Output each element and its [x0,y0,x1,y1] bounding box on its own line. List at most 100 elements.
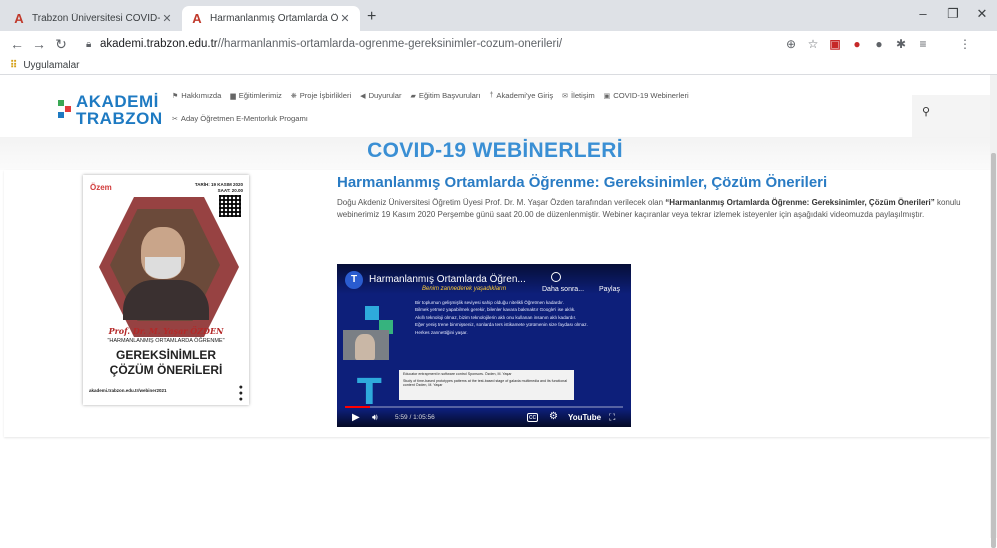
play-icon[interactable]: ▶ [352,412,360,423]
browser-tab-strip: A Trabzon Üniversitesi COVID-19 W ✕ A Ha… [0,0,997,31]
nav-item[interactable]: ◀ Duyurular [360,91,401,100]
star-bookmark-icon[interactable]: ☆ [802,37,824,51]
nav-item[interactable]: ⚑ Hakkımızda [172,91,221,100]
captions-icon[interactable]: cc [527,413,538,422]
poster-footer-url: akademi.trabzon.edu.tr/webiner2021 [89,388,167,393]
document-icon: ▰ [410,92,416,100]
apps-grid-icon[interactable]: ⠿ [10,60,17,71]
site-logo[interactable]: AKADEMİ TRABZON [58,92,168,128]
volume-icon[interactable]: 🔊︎ [372,412,378,423]
poster-time-line: SAAT: 20.00 [217,188,243,193]
nav-item[interactable]: † Akademi'ye Giriş [490,91,554,100]
nav-item[interactable]: ✉ İletişim [562,91,595,100]
nav-row-primary: ⚑ Hakkımızda ▆ Eğitimlerimiz ❋ Proje İşbirlik… [172,91,812,100]
nav-item-label: Aday Öğretmen E-Mentorluk Progamı [180,114,308,123]
nav-item-label: Proje İşbirlikleri [299,91,352,100]
close-tab-icon[interactable]: ✕ [160,12,174,25]
tab-title: Trabzon Üniversitesi COVID-19 W [32,13,160,24]
reading-list-icon[interactable]: ≡ [912,37,934,51]
restore-button[interactable]: ❐ [938,6,968,22]
close-window-button[interactable]: ✕ [967,6,997,22]
puzzle-extensions-icon[interactable]: ✱ [890,37,912,51]
flag-icon: ⚑ [172,92,179,100]
nav-item[interactable]: ✂ Aday Öğretmen E-Mentorluk Progamı [172,114,308,123]
browser-tab-2[interactable]: A Harmanlanmış Ortamlarda Öğre ✕ [182,6,360,31]
logo-text-trabzon: TRABZON [76,109,163,128]
nav-item[interactable]: ▰ Eğitim Başvuruları [410,91,480,100]
scrollbar-thumb[interactable] [991,153,996,548]
watch-later-icon[interactable] [551,272,561,282]
new-tab-button[interactable]: + [367,8,376,26]
fullscreen-icon[interactable]: ⛶ [609,412,615,423]
poster-headline-2: ÇÖZÜM ÖNERİLERİ [109,363,223,377]
slide-bullet: Eğer yeniş trene binmişseniz, sonlarda t… [415,322,588,328]
browser-toolbar: ← → ↻ 🔒︎ akademi.trabzon.edu.tr//harmanl… [0,31,997,57]
search-icon: ⚲ [922,106,931,118]
youtube-logo[interactable]: YouTube [568,413,601,422]
video-progress-played [345,406,371,408]
video-subtitle: Benim zannederek yaşadıkların [422,286,507,292]
pdf-extension-icon[interactable]: ▣ [824,37,846,51]
person-icon: † [489,92,494,99]
poster-speaker-name: Prof. Dr. M. Yaşar ÖZDEN [108,326,224,336]
envelope-icon: ✉ [562,92,569,100]
site-favicon-icon: A [14,10,24,26]
video-time: 5:59 / 1:05:56 [395,414,435,421]
nav-item-label: Hakkımızda [181,91,222,100]
apps-bookmark[interactable]: Uygulamalar [23,60,79,71]
nav-item-label: COVID-19 Webinerleri [613,91,689,100]
nav-item-label: İletişim [571,91,595,100]
lock-icon: 🔒︎ [86,38,92,50]
poster-date: TARİH: 19 KASIM 2020 SAAT: 20.00 [195,182,243,194]
url-host: akademi.trabzon.edu.tr [100,38,218,50]
video-title[interactable]: Harmanlanmış Ortamlarda Öğren... [369,274,526,285]
book-icon: ▆ [230,92,236,100]
qr-code [219,195,241,217]
nav-item[interactable]: ▆ Eğitimlerimiz [230,91,281,100]
slide-bullet: Bilmek yetmez yapabilmek gerekir, bilenl… [415,307,576,313]
close-tab-icon[interactable]: ✕ [338,12,352,25]
cluster-icon: ❋ [290,92,297,100]
main-nav: ⚑ Hakkımızda ▆ Eğitimlerimiz ❋ Proje İşbirlik… [172,91,812,137]
article-title: Harmanlanmış Ortamlarda Öğrenme: Gereksi… [337,174,828,191]
video-progress-bar[interactable] [345,406,623,408]
settings-gear-icon[interactable]: ⚙ [549,411,558,422]
address-bar[interactable]: 🔒︎ akademi.trabzon.edu.tr//harmanlanmis-… [86,34,836,54]
minimize-button[interactable]: – [908,6,938,21]
slide-bullet: Herkes zannettiğini yaşar. [415,329,468,335]
article-body: Doğu Akdeniz Üniversitesi Öğretim Üyesi … [337,197,982,221]
site-search-button[interactable]: ⚲ [912,95,990,137]
slide-references: Educator entrapment in software control … [399,370,574,400]
forward-arrow-icon[interactable]: → [28,36,50,52]
poster-dots-icon: ● ● ● [238,384,243,403]
nav-item[interactable]: ▣ COVID-19 Webinerleri [604,91,689,100]
menu-dots-icon[interactable]: ⋮ [954,37,976,51]
slide-bullet: Akıllı teknoloji olmaz, bizim teknolojil… [415,314,577,320]
reload-icon[interactable]: ↻ [50,36,72,53]
youtube-video-player[interactable]: T Bir toplumun gelişmişlik seviyesi sahi… [337,264,631,427]
slide-bullet: Bir toplumun gelişmişlik seviyesi sahip … [415,300,564,305]
back-arrow-icon[interactable]: ← [6,36,28,52]
extension-grey-icon[interactable]: ● [868,37,890,51]
slide-bullets: Bir toplumun gelişmişlik seviyesi sahip … [415,300,611,337]
extension-badge-icon[interactable]: ● [846,37,868,51]
channel-avatar[interactable]: T [345,271,363,289]
poster-logo: Özem [90,183,112,192]
nav-item[interactable]: ❋ Proje İşbirlikleri [291,91,351,100]
poster-topic: "HARMANLANMIŞ ORTAMLARDA ÖĞRENME" [107,338,225,344]
page-scrollbar[interactable] [990,75,997,548]
speaker-beard [145,257,181,279]
article-card: Özem TARİH: 19 KASIM 2020 SAAT: 20.00 Pr… [4,170,990,437]
zoom-icon[interactable]: ⊕ [780,37,802,51]
web-page: AKADEMİ TRABZON ⚑ Hakkımızda ▆ Eğitimlerimi… [0,75,990,538]
toolbar-icons: ⊕ ☆ ▣ ● ● ✱ ≡ ⋮ [780,31,976,57]
article-text-bold: “Harmanlanmış Ortamlarda Öğrenme: Gereks… [665,198,935,207]
slide-reference: Educator entrapment in software control … [403,372,512,376]
site-favicon-icon: A [192,10,202,26]
bookmarks-bar: ⠿ Uygulamalar [0,57,997,75]
webcam-person [355,334,375,360]
watch-later-label[interactable]: Daha sonra... [542,286,584,293]
slide-decor-square [365,306,379,320]
browser-tab-1[interactable]: A Trabzon Üniversitesi COVID-19 W ✕ [4,6,182,31]
share-label[interactable]: Paylaş [599,286,620,293]
